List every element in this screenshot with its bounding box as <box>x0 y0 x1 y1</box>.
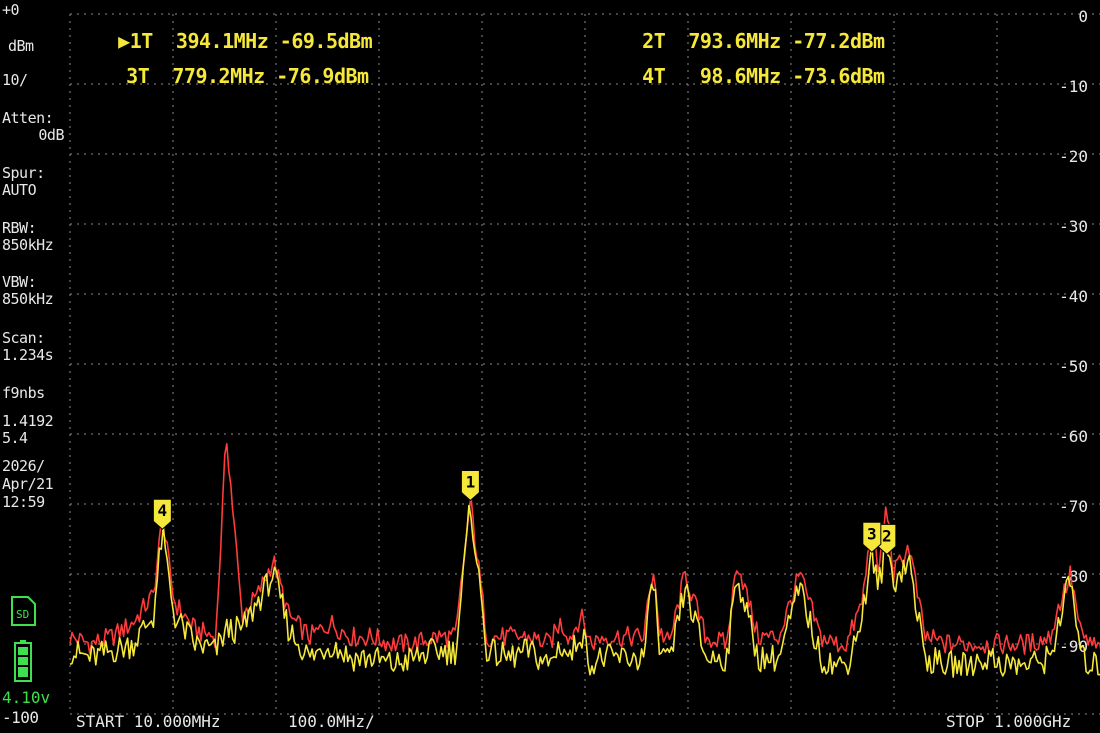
svg-text:SD: SD <box>16 608 29 621</box>
sd-card-icon[interactable]: SD <box>8 596 36 626</box>
marker-number: 1 <box>466 473 476 492</box>
marker-3-flag[interactable]: 3 <box>862 521 882 553</box>
ref-level: +0 <box>2 1 20 19</box>
time-label: 12:59 <box>2 493 45 511</box>
y-tick-label: -50 <box>1059 357 1088 376</box>
marker-number: 4 <box>158 501 168 520</box>
marker-4-flag[interactable]: 4 <box>152 498 172 530</box>
y-tick-label: 0 <box>1078 7 1088 26</box>
rbw-value: 850kHz <box>2 236 54 254</box>
scan-label: Scan: <box>2 329 45 347</box>
misc-label-3: 5.4 <box>2 429 28 447</box>
unit-label: dBm <box>8 37 34 55</box>
battery-icon <box>14 640 32 682</box>
marker-number: 3 <box>867 524 877 543</box>
spur-value: AUTO <box>2 181 37 199</box>
y-tick-label: -30 <box>1059 217 1088 236</box>
spectrum-analyzer-screen: 0 -10 -20 -30 -40 -50 -60 -70 -80 -90 1 2 3 4 +0 dBm … <box>0 0 1100 733</box>
marker-4-readout[interactable]: 4T 98.6MHz -73.6dBm <box>596 40 885 112</box>
bottom-level: -100 <box>2 708 39 727</box>
y-tick-label: -20 <box>1059 147 1088 166</box>
date-year: 2026/ <box>2 457 45 475</box>
vbw-value: 850kHz <box>2 290 54 308</box>
stop-frequency: STOP 1.000GHz <box>946 712 1072 731</box>
y-tick-label: -80 <box>1059 567 1088 586</box>
scale-label: 10/ <box>2 71 28 89</box>
spur-label: Spur: <box>2 164 45 182</box>
y-tick-label: -60 <box>1059 427 1088 446</box>
y-tick-label: -70 <box>1059 497 1088 516</box>
date-day: Apr/21 <box>2 475 54 493</box>
span-per-division: 100.0MHz/ <box>288 712 375 731</box>
trace-red-series <box>69 443 1100 655</box>
atten-value: 0dB <box>38 126 64 144</box>
atten-label: Atten: <box>2 109 54 127</box>
left-sidebar: +0 dBm 10/ Atten: 0dB Spur: AUTO RBW: 85… <box>0 0 70 733</box>
scan-value: 1.234s <box>2 346 54 364</box>
marker-number: 2 <box>882 526 892 545</box>
marker-3-readout[interactable]: 3T 779.2MHz -76.9dBm <box>80 40 369 112</box>
misc-label-2: 1.4192 <box>2 412 54 430</box>
battery-voltage: 4.10v <box>2 688 51 707</box>
y-tick-label: -10 <box>1059 77 1088 96</box>
vbw-label: VBW: <box>2 273 37 291</box>
marker-1-flag[interactable]: 1 <box>460 470 480 502</box>
y-tick-label: -40 <box>1059 287 1088 306</box>
start-frequency: START 10.000MHz <box>76 712 221 731</box>
rbw-label: RBW: <box>2 219 37 237</box>
misc-label-1: f9nbs <box>2 384 45 402</box>
